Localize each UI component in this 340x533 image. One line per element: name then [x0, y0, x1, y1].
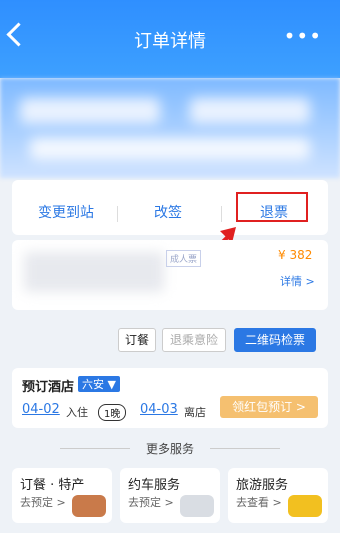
hotel-section-title: 预订酒店 — [22, 380, 75, 395]
service-title: 约车服务 — [128, 478, 181, 493]
refund-highlight-box — [236, 192, 308, 222]
service-sub: 去查看 > — [236, 496, 282, 509]
nights-badge: 1晚 — [98, 404, 127, 421]
more-services-title: 更多服务 — [145, 442, 194, 456]
service-sub: 去预定 > — [20, 496, 66, 509]
divider — [221, 206, 222, 222]
checkout-label: 离店 — [184, 406, 206, 419]
checkout-date[interactable]: 04-03 — [140, 402, 178, 417]
checkin-label: 入住 — [66, 406, 88, 419]
ticket-card: 成人票 ¥ 382 详情 > — [12, 240, 328, 310]
checkin-date[interactable]: 04-02 — [22, 402, 60, 417]
service-title: 订餐 · 特产 — [20, 478, 85, 493]
more-icon[interactable]: ••• — [284, 24, 322, 48]
service-sub: 去预定 > — [128, 496, 174, 509]
rebook-button[interactable]: 改签 — [154, 202, 182, 222]
food-icon — [72, 495, 106, 517]
ticket-detail-link[interactable]: 详情 > — [280, 273, 315, 289]
meal-button[interactable]: 订餐 — [118, 328, 156, 352]
divider — [210, 448, 280, 449]
service-card-meal[interactable]: 订餐 · 特产 去预定 > — [12, 468, 112, 523]
change-destination-button[interactable]: 变更到站 — [38, 202, 94, 222]
blurred-order-summary — [0, 78, 340, 178]
service-title: 旅游服务 — [236, 478, 289, 493]
insurance-button[interactable]: 退乘意险 — [162, 328, 226, 352]
hotel-booking-card: 预订酒店 六安 ▼ 04-02 入住 1晚 04-03 离店 领红包预订 > — [12, 368, 328, 428]
car-icon — [180, 495, 214, 517]
service-card-car[interactable]: 约车服务 去预定 > — [120, 468, 220, 523]
service-card-travel[interactable]: 旅游服务 去查看 > — [228, 468, 328, 523]
ticket-price: ¥ 382 — [278, 248, 313, 262]
ticket-type-badge: 成人票 — [166, 250, 202, 267]
qr-check-button[interactable]: 二维码检票 — [234, 328, 316, 352]
ticket-button-row: 订餐 退乘意险 二维码检票 — [12, 318, 328, 356]
city-selector[interactable]: 六安 ▼ — [78, 376, 120, 392]
header-bar: 订单详情 ••• — [0, 0, 340, 78]
blurred-passenger-info — [24, 252, 164, 292]
taxi-icon — [288, 495, 322, 517]
coupon-booking-button[interactable]: 领红包预订 > — [220, 396, 318, 418]
divider — [117, 206, 118, 222]
